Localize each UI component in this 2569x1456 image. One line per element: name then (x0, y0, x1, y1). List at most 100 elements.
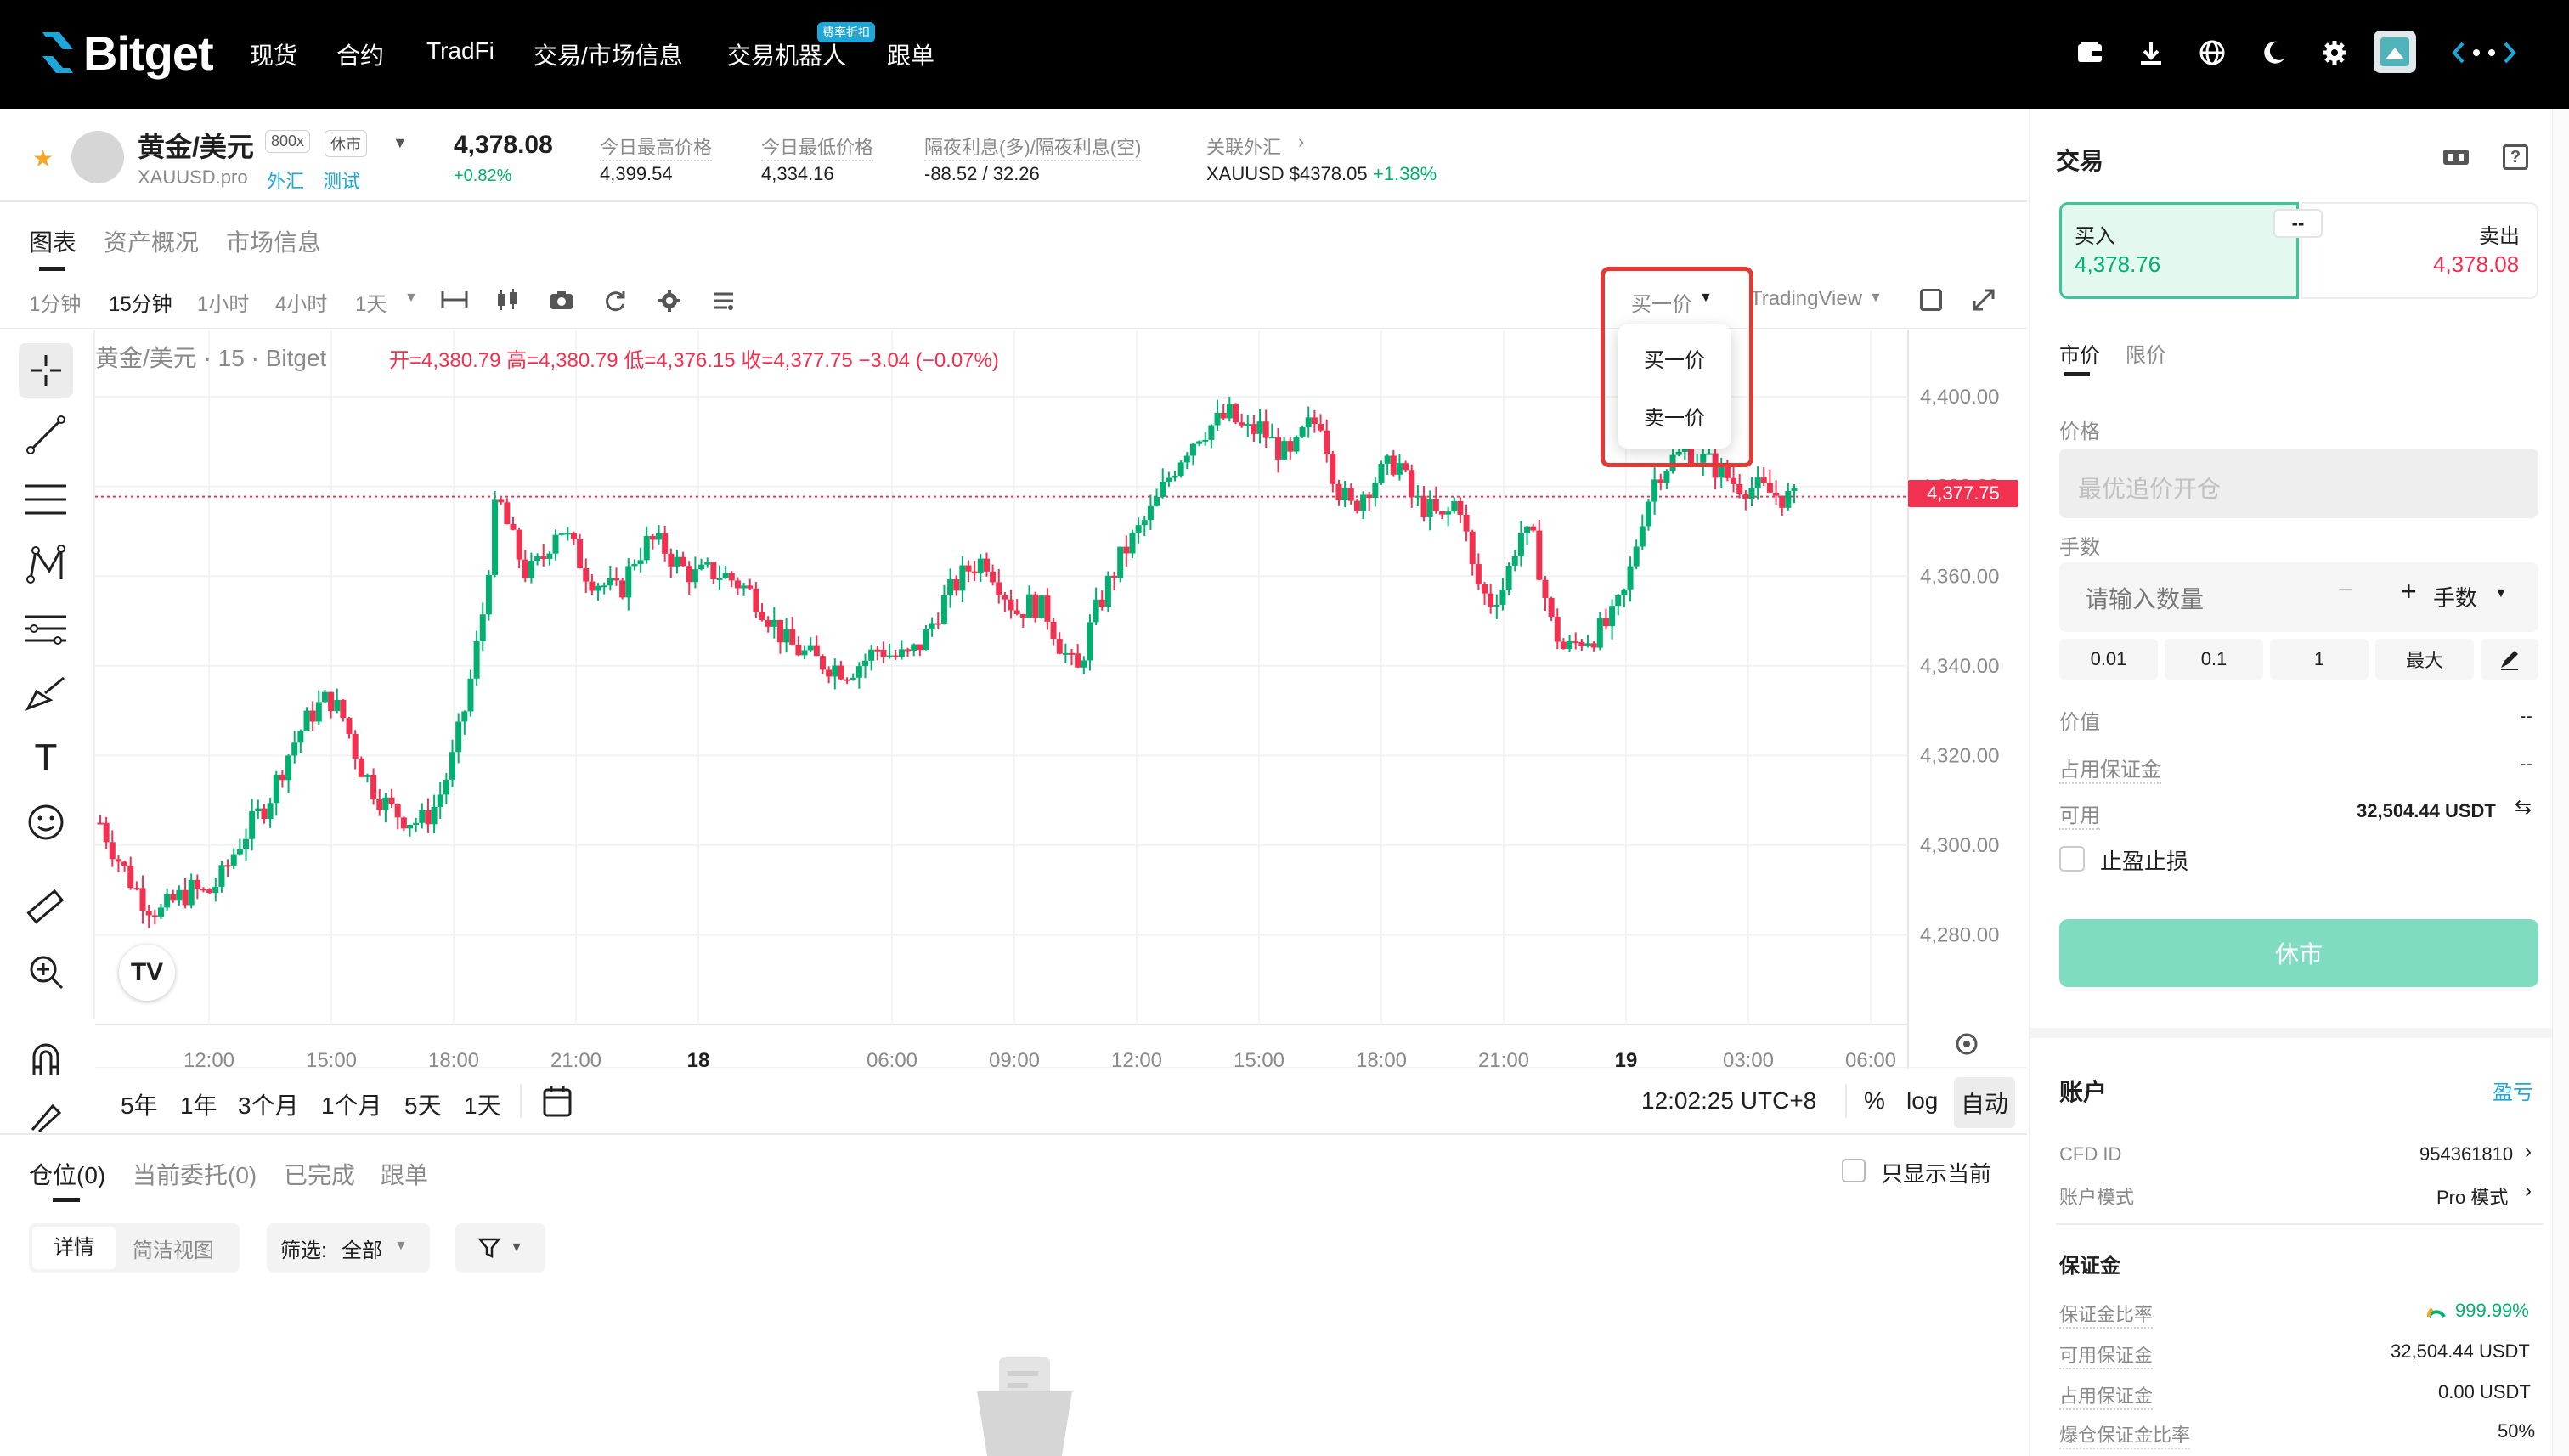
tradingview-dropdown-icon[interactable]: ▼ (1869, 291, 1883, 306)
tag-test[interactable]: 测试 (323, 166, 360, 194)
tab-limit-order[interactable]: 限价 (2126, 338, 2166, 368)
fullscreen-icon[interactable] (1971, 287, 1996, 313)
trendline-icon[interactable] (19, 408, 73, 462)
pattern-icon[interactable] (19, 537, 73, 591)
nav-tradfi[interactable]: TradFi (426, 37, 494, 65)
qty-unit[interactable]: 手数 (2433, 581, 2477, 612)
help-icon[interactable]: ? (2503, 144, 2528, 170)
axis-settings-icon[interactable] (1954, 1031, 1979, 1057)
download-icon[interactable] (2134, 36, 2168, 70)
horizontal-lines-icon[interactable] (19, 472, 73, 527)
symbol-dropdown-icon[interactable]: ▼ (392, 134, 408, 152)
moon-icon[interactable] (2256, 36, 2290, 70)
candle-body (1469, 531, 1476, 565)
chart-range-icon[interactable] (440, 287, 469, 313)
menu-item-bid[interactable]: 买一价 (1618, 343, 1731, 373)
crosshair-icon[interactable] (19, 343, 73, 398)
tab-market-info[interactable]: 市场信息 (226, 224, 321, 258)
page-scrollbar[interactable] (2552, 109, 2569, 1456)
scale-auto[interactable]: 自动 (1954, 1077, 2016, 1128)
related-forex-label[interactable]: 关联外汇 (1206, 133, 1281, 160)
calendar-icon[interactable] (542, 1084, 573, 1118)
tab-asset-overview[interactable]: 资产概况 (104, 224, 199, 258)
calculator-icon[interactable] (2442, 146, 2470, 170)
magnet-icon[interactable] (19, 1033, 73, 1087)
symbol-name[interactable]: 黄金/美元 (138, 126, 254, 165)
range-1y[interactable]: 1年 (180, 1087, 217, 1121)
nav-futures[interactable]: 合约 (336, 37, 384, 71)
qty-unit-dropdown-icon[interactable]: ▼ (2494, 586, 2508, 601)
globe-icon[interactable] (2195, 36, 2229, 70)
qty-plus-button[interactable]: + (2401, 576, 2417, 607)
tradingview-select[interactable]: TradingView (1750, 287, 1862, 311)
emoji-icon[interactable] (19, 795, 73, 849)
pencil-lock-icon[interactable] (19, 1098, 73, 1132)
interval-dropdown-icon[interactable]: ▼ (404, 291, 418, 306)
favorite-star-icon[interactable]: ★ (32, 144, 54, 172)
tab-completed[interactable]: 已完成 (284, 1157, 355, 1191)
wallet-icon[interactable] (2073, 36, 2107, 70)
range-5d[interactable]: 5天 (404, 1087, 442, 1121)
refresh-icon[interactable] (603, 289, 629, 313)
nav-copy-trading[interactable]: 跟单 (887, 37, 934, 71)
funnel-filter-button[interactable]: ▼ (455, 1223, 545, 1273)
interval-15m[interactable]: 15分钟 (109, 287, 172, 317)
avatar[interactable] (2374, 31, 2416, 73)
transfer-icon[interactable]: ⇆ (2515, 795, 2532, 820)
quick-qty-max[interactable]: 最大 (2375, 639, 2474, 680)
bitget-logo[interactable]: Bitget (37, 22, 214, 83)
submit-button[interactable]: 休市 (2059, 919, 2538, 987)
qty-minus-button[interactable]: − (2338, 576, 2353, 605)
range-3m[interactable]: 3个月 (238, 1087, 299, 1121)
layout-toggle-icon[interactable] (1920, 289, 1942, 311)
nav-trading-bot[interactable]: 交易机器人 (727, 37, 846, 71)
scale-log[interactable]: log (1906, 1087, 1938, 1115)
only-current-checkbox[interactable] (1842, 1159, 1866, 1182)
interval-1h[interactable]: 1小时 (197, 287, 249, 317)
nav-market-info[interactable]: 交易/市场信息 (534, 37, 683, 71)
scale-percent[interactable]: % (1864, 1087, 1885, 1115)
cfd-id-value[interactable]: 954361810 (2419, 1143, 2513, 1165)
tab-market-order[interactable]: 市价 (2059, 338, 2100, 368)
tab-open-orders[interactable]: 当前委托(0) (133, 1157, 257, 1191)
edit-quick-qty-icon[interactable] (2481, 639, 2538, 680)
quick-qty-0-1[interactable]: 0.1 (2165, 639, 2263, 680)
account-mode-value[interactable]: Pro 模式 (2436, 1182, 2508, 1210)
camera-icon[interactable] (549, 289, 576, 313)
text-tool-icon[interactable]: T (19, 731, 73, 785)
brush-icon[interactable] (19, 666, 73, 720)
tradingview-logo-icon[interactable]: TV (119, 945, 175, 1001)
x-tick-label: 21:00 (550, 1049, 601, 1069)
mode-chevron-icon[interactable]: › (2525, 1179, 2532, 1203)
range-1d[interactable]: 1天 (464, 1087, 501, 1121)
interval-1m[interactable]: 1分钟 (29, 287, 81, 317)
menu-item-ask[interactable]: 卖一价 (1618, 401, 1731, 431)
nav-spot[interactable]: 现货 (250, 37, 297, 71)
indicators-icon[interactable] (712, 289, 737, 313)
tab-chart[interactable]: 图表 (29, 224, 76, 258)
interval-1d[interactable]: 1天 (355, 287, 387, 317)
quick-qty-0-01[interactable]: 0.01 (2059, 639, 2158, 680)
chart-settings-icon[interactable] (658, 289, 683, 313)
fib-icon[interactable] (19, 601, 73, 656)
view-compact[interactable]: 简洁视图 (133, 1233, 214, 1263)
tpsl-checkbox[interactable] (2059, 846, 2085, 872)
tab-positions[interactable]: 仓位(0) (29, 1157, 105, 1191)
buy-box[interactable] (2059, 202, 2299, 299)
cfd-chevron-icon[interactable]: › (2525, 1140, 2532, 1164)
pnl-link[interactable]: 盈亏 (2493, 1075, 2533, 1105)
gear-icon[interactable] (2318, 36, 2352, 70)
tab-copy[interactable]: 跟单 (381, 1157, 428, 1191)
zoom-in-icon[interactable] (19, 945, 73, 999)
connect-icon[interactable] (2450, 36, 2518, 70)
tag-forex[interactable]: 外汇 (267, 166, 304, 194)
quick-qty-1[interactable]: 1 (2270, 639, 2369, 680)
interval-4h[interactable]: 4小时 (275, 287, 327, 317)
view-detail[interactable]: 详情 (32, 1227, 116, 1269)
sell-box[interactable] (2301, 202, 2538, 299)
range-5y[interactable]: 5年 (121, 1087, 158, 1121)
related-chevron-icon[interactable]: › (1298, 131, 1304, 153)
range-1m[interactable]: 1个月 (321, 1087, 382, 1121)
ruler-icon[interactable] (19, 880, 73, 934)
candle-type-icon[interactable] (493, 287, 522, 313)
